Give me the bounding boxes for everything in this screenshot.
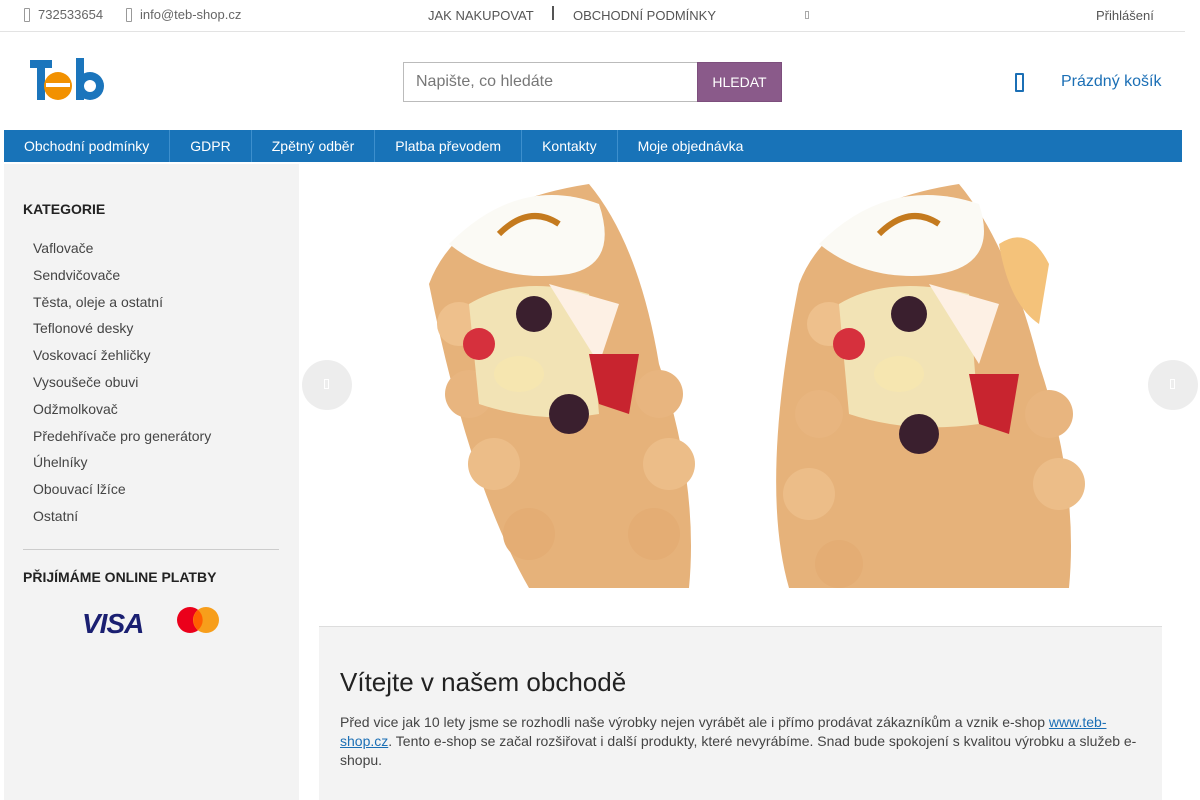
chevron-left-icon xyxy=(324,379,329,389)
welcome-title: Vítejte v našem obchodě xyxy=(340,667,627,697)
search-button[interactable]: HLEDAT xyxy=(697,62,782,102)
category-item[interactable]: Obouvací lžíce xyxy=(33,480,211,507)
nav-item-my-order[interactable]: Moje objednávka xyxy=(618,130,764,162)
category-item[interactable]: Těsta, oleje a ostatní xyxy=(33,293,211,320)
payments-title: PŘIJÍMÁME ONLINE PLATBY xyxy=(23,569,217,585)
welcome-text-before: Před vice jak 10 lety jsme se rozhodli n… xyxy=(340,714,1049,730)
flag-icon[interactable] xyxy=(805,11,809,19)
phone-number[interactable]: 732533654 xyxy=(38,7,103,22)
login-link[interactable]: Přihlášení xyxy=(1096,8,1154,23)
email-address[interactable]: info@teb-shop.cz xyxy=(140,7,241,22)
welcome-section: Vítejte v našem obchodě Před vice jak 10… xyxy=(319,626,1162,800)
search-input[interactable] xyxy=(403,62,697,102)
category-item[interactable]: Úhelníky xyxy=(33,453,211,480)
category-item[interactable]: Sendvičovače xyxy=(33,266,211,293)
main-navigation: Obchodní podmínky GDPR Zpětný odběr Plat… xyxy=(4,130,1182,162)
phone-icon xyxy=(24,7,30,22)
mail-icon xyxy=(126,7,132,22)
category-item[interactable]: Teflonové desky xyxy=(33,319,211,346)
nav-item-contacts[interactable]: Kontakty xyxy=(522,130,618,162)
slider-prev-button[interactable] xyxy=(302,360,352,410)
teb-logo[interactable] xyxy=(28,56,108,104)
cart-icon[interactable] xyxy=(1015,73,1024,92)
sidebar: KATEGORIE Vaflovače Sendvičovače Těsta, … xyxy=(4,164,299,800)
slider-next-button[interactable] xyxy=(1148,360,1198,410)
nav-item-gdpr[interactable]: GDPR xyxy=(170,130,252,162)
category-list: Vaflovače Sendvičovače Těsta, oleje a os… xyxy=(33,239,211,534)
waffle-cone-right xyxy=(776,184,1085,588)
top-bar: 732533654 info@teb-shop.cz JAK NAKUPOVAT… xyxy=(0,0,1185,32)
cart-label[interactable]: Prázdný košík xyxy=(1061,73,1161,91)
visa-logo: VISA xyxy=(82,608,144,639)
category-item[interactable]: Vaflovače xyxy=(33,239,211,266)
chevron-right-icon xyxy=(1170,379,1175,389)
welcome-text: Před vice jak 10 lety jsme se rozhodli n… xyxy=(340,713,1140,770)
top-link-separator xyxy=(552,6,554,20)
category-item[interactable]: Ostatní xyxy=(33,507,211,534)
welcome-text-after: . Tento e-shop se začal rozšiřovat i dal… xyxy=(340,733,1137,768)
sidebar-divider xyxy=(23,549,279,550)
how-to-buy-link[interactable]: JAK NAKUPOVAT xyxy=(428,8,534,23)
nav-item-terms[interactable]: Obchodní podmínky xyxy=(4,130,171,162)
categories-title: KATEGORIE xyxy=(23,201,106,217)
bubble-waffle-image xyxy=(429,184,1085,588)
nav-item-bank-transfer[interactable]: Platba převodem xyxy=(375,130,523,162)
terms-link[interactable]: OBCHODNÍ PODMÍNKY xyxy=(573,8,716,23)
email-contact[interactable]: info@teb-shop.cz xyxy=(126,7,241,22)
hero-slider[interactable] xyxy=(319,164,1162,588)
mastercard-logo xyxy=(177,607,219,633)
category-item[interactable]: Vysoušeče obuvi xyxy=(33,373,211,400)
search-form: HLEDAT xyxy=(403,62,782,102)
category-item[interactable]: Odžmolkovač xyxy=(33,400,211,427)
waffle-cone-left xyxy=(429,184,695,588)
nav-item-returns[interactable]: Zpětný odběr xyxy=(252,130,376,162)
phone-contact[interactable]: 732533654 xyxy=(24,7,103,22)
category-item[interactable]: Voskovací žehličky xyxy=(33,346,211,373)
category-item[interactable]: Předehřívače pro generátory xyxy=(33,427,211,454)
